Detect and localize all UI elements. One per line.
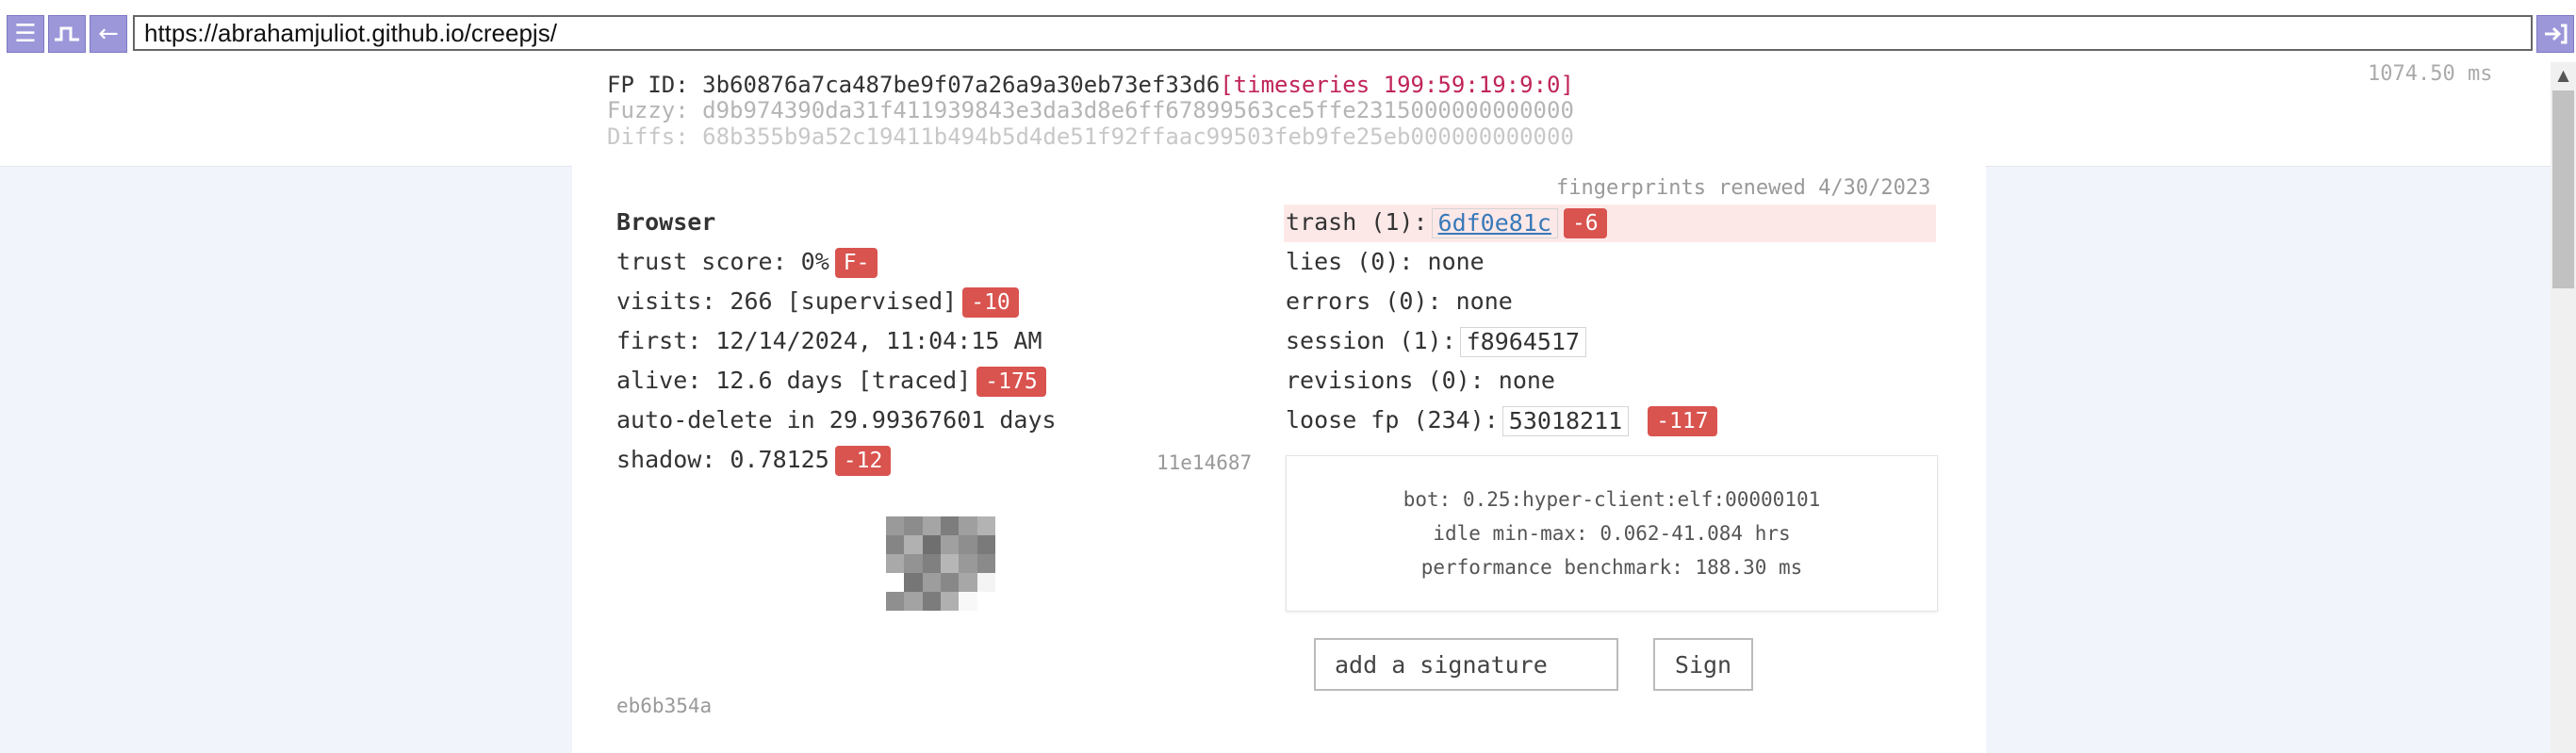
- revisions: revisions (0): none: [1286, 367, 1555, 394]
- timer: 1074.50 ms: [2368, 62, 2493, 86]
- square-wave-icon[interactable]: [48, 15, 86, 53]
- loose-fp-label: loose fp (234):: [1286, 406, 1499, 434]
- trash-penalty-badge: -6: [1563, 208, 1607, 238]
- bot-info-box: bot: 0.25:hyper-client:elf:00000101 idle…: [1286, 455, 1938, 612]
- url-bar[interactable]: https://abrahamjuliot.github.io/creepjs/: [133, 15, 2533, 51]
- exit-arrow-icon[interactable]: [2536, 15, 2574, 53]
- fp-id: FP ID: 3b60876a7ca487be9f07a26a9a30eb73e…: [607, 72, 1574, 98]
- shadow-row: shadow: 0.78125 -12: [616, 446, 892, 476]
- scroll-up-icon[interactable]: ▲: [2551, 62, 2576, 88]
- session-hash[interactable]: f8964517: [1459, 327, 1587, 357]
- trust-score-row: trust score: 0% F-: [616, 248, 878, 278]
- fp-timeseries: [timeseries 199:59:19:9:0]: [1220, 72, 1574, 98]
- browser-title: Browser: [616, 208, 716, 236]
- visits-penalty-badge: -10: [962, 287, 1019, 318]
- alive: alive: 12.6 days [traced]: [616, 367, 972, 394]
- loose-fp-row: loose fp (234): 53018211 -117: [1286, 406, 1717, 436]
- auto-delete: auto-delete in 29.99367601 days: [616, 406, 1057, 434]
- scroll-thumb[interactable]: [2552, 90, 2574, 288]
- performance-benchmark: performance benchmark: 188.30 ms: [1420, 556, 1803, 579]
- visits-row: visits: 266 [supervised] -10: [616, 287, 1019, 318]
- shadow-hash: 11e14687: [1157, 451, 1253, 474]
- session-label: session (1):: [1286, 327, 1456, 354]
- errors: errors (0): none: [1286, 287, 1513, 315]
- trust-grade-badge: F-: [834, 248, 878, 278]
- alive-row: alive: 12.6 days [traced] -175: [616, 367, 1046, 397]
- loose-fp-penalty-badge: -117: [1648, 406, 1717, 436]
- browser-toolbar: ☰ ← https://abrahamjuliot.github.io/cree…: [0, 0, 2576, 67]
- fp-diffs: Diffs: 68b355b9a52c19411b494b5d4de51f92f…: [607, 123, 1574, 150]
- trash-row: trash (1): 6df0e81c -6: [1286, 208, 1607, 238]
- trash-label: trash (1):: [1286, 208, 1428, 236]
- shadow-penalty-badge: -12: [834, 446, 892, 476]
- trust-score: trust score: 0%: [616, 248, 829, 275]
- renewed-date: fingerprints renewed 4/30/2023: [1556, 176, 1931, 200]
- trash-hash-link[interactable]: 6df0e81c: [1431, 208, 1558, 238]
- fingerprint-canvas-image: [886, 516, 995, 611]
- footer-hash: eb6b354a: [616, 695, 713, 717]
- fp-id-value: 3b60876a7ca487be9f07a26a9a30eb73ef33d6: [702, 72, 1221, 98]
- back-arrow-icon[interactable]: ←: [90, 15, 127, 53]
- shadow: shadow: 0.78125: [616, 446, 829, 473]
- fp-fuzzy: Fuzzy: d9b974390da31f411939843e3da3d8e6f…: [607, 97, 1574, 123]
- scrollbar[interactable]: ▲: [2551, 62, 2576, 753]
- sign-button[interactable]: Sign: [1653, 638, 1753, 691]
- session-row: session (1): f8964517: [1286, 327, 1587, 357]
- first-visit: first: 12/14/2024, 11:04:15 AM: [616, 327, 1042, 354]
- hamburger-menu-icon[interactable]: ☰: [7, 15, 44, 53]
- loose-fp-hash[interactable]: 53018211: [1501, 406, 1630, 436]
- lies: lies (0): none: [1286, 248, 1485, 275]
- fp-id-label: FP ID:: [607, 72, 703, 98]
- signature-input[interactable]: [1314, 638, 1618, 691]
- idle-min-max: idle min-max: 0.062-41.084 hrs: [1433, 522, 1791, 545]
- alive-penalty-badge: -175: [976, 367, 1046, 397]
- bot-score: bot: 0.25:hyper-client:elf:00000101: [1403, 488, 1821, 511]
- visits: visits: 266 [supervised]: [616, 287, 958, 315]
